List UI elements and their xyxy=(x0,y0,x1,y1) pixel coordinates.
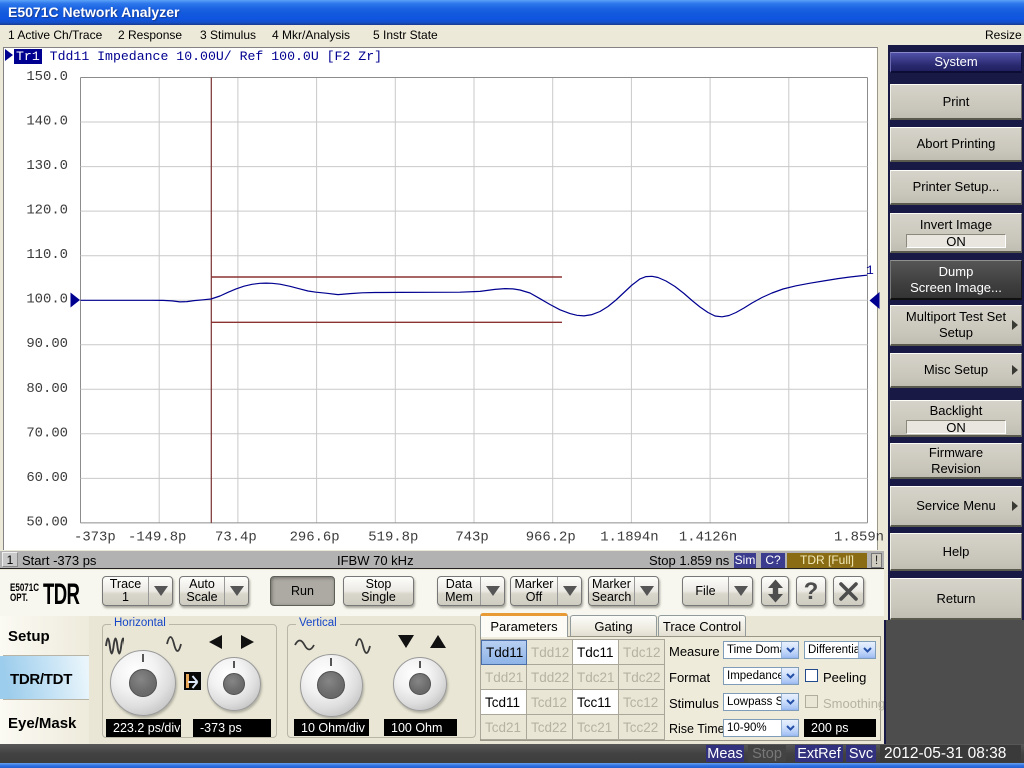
svg-text:-373p: -373p xyxy=(74,530,116,546)
svg-text:1.1894n: 1.1894n xyxy=(600,530,658,546)
svg-text:519.8p: 519.8p xyxy=(368,530,418,546)
svg-text:90.00: 90.00 xyxy=(26,336,68,352)
svg-text:-149.8p: -149.8p xyxy=(128,530,186,546)
svg-text:1.4126n: 1.4126n xyxy=(679,530,737,546)
svg-text:50.00: 50.00 xyxy=(26,514,68,530)
svg-text:110.0: 110.0 xyxy=(26,247,68,263)
svg-text:150.0: 150.0 xyxy=(26,69,68,85)
svg-text:130.0: 130.0 xyxy=(26,158,68,174)
svg-text:80.00: 80.00 xyxy=(26,381,68,397)
svg-text:120.0: 120.0 xyxy=(26,203,68,219)
svg-text:743p: 743p xyxy=(455,530,488,546)
svg-text:100.0: 100.0 xyxy=(26,292,68,308)
svg-text:966.2p: 966.2p xyxy=(526,530,576,546)
svg-text:1: 1 xyxy=(866,263,874,278)
svg-text:140.0: 140.0 xyxy=(26,114,68,130)
svg-text:60.00: 60.00 xyxy=(26,470,68,486)
svg-text:73.4p: 73.4p xyxy=(215,530,257,546)
svg-text:296.6p: 296.6p xyxy=(290,530,340,546)
svg-text:1.859n: 1.859n xyxy=(834,530,884,546)
svg-text:70.00: 70.00 xyxy=(26,425,68,441)
